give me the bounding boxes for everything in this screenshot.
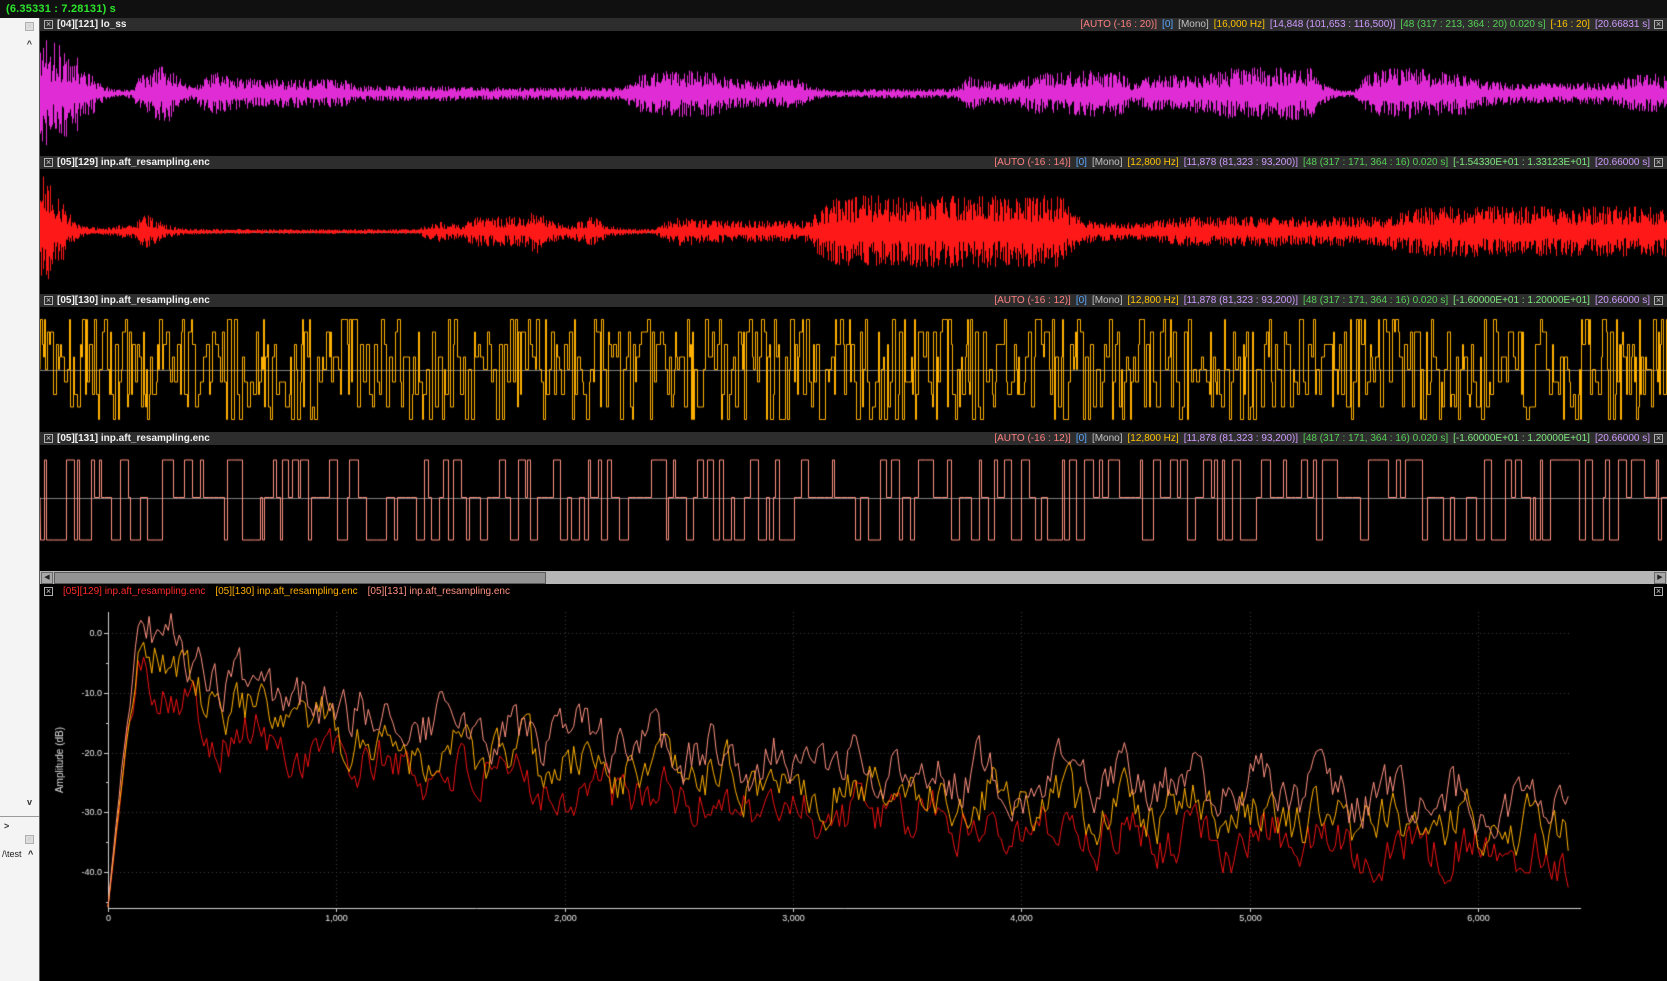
selection-range-label: (6.35331 : 7.28131) s bbox=[6, 3, 116, 15]
track-info-segment: [-1.54330E+01 : 1.33123E+01] bbox=[1453, 157, 1590, 168]
track-info-segment: [Mono] bbox=[1092, 295, 1123, 306]
close-icon[interactable] bbox=[44, 20, 53, 29]
file-path-label: /\test bbox=[2, 849, 22, 859]
track-info-segment: [48 (317 : 171, 364 : 16) 0.020 s] bbox=[1303, 433, 1448, 444]
scroll-up-icon[interactable]: ^ bbox=[27, 40, 32, 49]
track-info-segment: [-1.60000E+01 : 1.20000E+01] bbox=[1453, 433, 1590, 444]
legend-item: [05][131] inp.aft_resampling.enc bbox=[368, 585, 510, 598]
sidebar-divider bbox=[0, 816, 39, 817]
sidebar: ^ v > /\test ^ bbox=[0, 18, 40, 981]
track-info-segment: [AUTO (-16 : 20)] bbox=[1081, 19, 1158, 30]
close-icon[interactable] bbox=[1654, 20, 1663, 29]
track-header: [05][130] inp.aft_resampling.enc [AUTO (… bbox=[40, 294, 1667, 307]
waveform-canvas[interactable] bbox=[40, 31, 1667, 156]
track-panel: [05][129] inp.aft_resampling.enc [AUTO (… bbox=[40, 156, 1667, 294]
legend-item: [05][130] inp.aft_resampling.enc bbox=[215, 585, 357, 598]
close-icon[interactable] bbox=[1654, 296, 1663, 305]
track-info-segment: [Mono] bbox=[1092, 157, 1123, 168]
main-area: ^ v > /\test ^ [04][121] lo_ss [AUTO (-1… bbox=[0, 18, 1667, 981]
track-info-segment: [20.66000 s] bbox=[1595, 295, 1650, 306]
track-panel: [05][131] inp.aft_resampling.enc [AUTO (… bbox=[40, 432, 1667, 570]
waveform-canvas[interactable] bbox=[40, 169, 1667, 294]
app-window: (6.35331 : 7.28131) s ^ v > /\test ^ [04… bbox=[0, 0, 1667, 981]
track-info-segment: [48 (317 : 213, 364 : 20) 0.020 s] bbox=[1400, 19, 1545, 30]
close-icon[interactable] bbox=[1654, 587, 1663, 596]
track-title[interactable]: [05][129] inp.aft_resampling.enc bbox=[57, 157, 210, 169]
spectrum-panel: [05][129] inp.aft_resampling.enc [05][13… bbox=[40, 584, 1667, 981]
horizontal-scrollbar[interactable] bbox=[40, 570, 1667, 584]
close-icon[interactable] bbox=[44, 158, 53, 167]
file-path-item[interactable]: /\test ^ bbox=[2, 849, 33, 859]
close-icon[interactable] bbox=[25, 835, 34, 844]
track-info-segment: [20.66000 s] bbox=[1595, 433, 1650, 444]
prompt-label: > bbox=[4, 821, 9, 831]
spectrum-canvas[interactable] bbox=[40, 598, 1667, 981]
close-icon[interactable] bbox=[44, 587, 53, 596]
track-info-segment: [12,800 Hz] bbox=[1128, 157, 1179, 168]
track-panel: [05][130] inp.aft_resampling.enc [AUTO (… bbox=[40, 294, 1667, 432]
track-info-segment: [Mono] bbox=[1092, 433, 1123, 444]
track-panel: [04][121] lo_ss [AUTO (-16 : 20)] [0] [Mon… bbox=[40, 18, 1667, 156]
track-info-segment: [0] bbox=[1162, 19, 1173, 30]
track-header: [04][121] lo_ss [AUTO (-16 : 20)] [0] [Mon… bbox=[40, 18, 1667, 31]
track-info: [AUTO (-16 : 14)] [0] [Mono] [12,800 Hz] [11… bbox=[989, 157, 1650, 169]
track-info: [AUTO (-16 : 20)] [0] [Mono] [16,000 Hz] [14… bbox=[1076, 19, 1650, 31]
track-info-segment: [12,800 Hz] bbox=[1128, 295, 1179, 306]
track-info-segment: [12,800 Hz] bbox=[1128, 433, 1179, 444]
track-title[interactable]: [04][121] lo_ss bbox=[57, 19, 126, 31]
track-header: [05][131] inp.aft_resampling.enc [AUTO (… bbox=[40, 432, 1667, 445]
close-icon[interactable] bbox=[1654, 158, 1663, 167]
track-header: [05][129] inp.aft_resampling.enc [AUTO (… bbox=[40, 156, 1667, 169]
track-info-segment: [48 (317 : 171, 364 : 16) 0.020 s] bbox=[1303, 295, 1448, 306]
scroll-down-icon[interactable]: v bbox=[27, 798, 32, 807]
track-info-segment: [11,878 (81,323 : 93,200)] bbox=[1184, 433, 1298, 444]
track-info-segment: [-1.60000E+01 : 1.20000E+01] bbox=[1453, 295, 1590, 306]
scroll-left-icon[interactable] bbox=[41, 572, 53, 584]
track-title[interactable]: [05][130] inp.aft_resampling.enc bbox=[57, 295, 210, 307]
close-icon[interactable] bbox=[44, 434, 53, 443]
track-info-segment: [Mono] bbox=[1178, 19, 1209, 30]
track-info-segment: [-16 : 20] bbox=[1550, 19, 1589, 30]
track-info-segment: [0] bbox=[1076, 433, 1087, 444]
track-info-segment: [20.66000 s] bbox=[1595, 157, 1650, 168]
close-icon[interactable] bbox=[44, 296, 53, 305]
track-info-segment: [48 (317 : 171, 364 : 16) 0.020 s] bbox=[1303, 157, 1448, 168]
track-info-segment: [0] bbox=[1076, 295, 1087, 306]
legend-item: [05][129] inp.aft_resampling.enc bbox=[63, 585, 205, 598]
scrollbar-thumb[interactable] bbox=[54, 572, 546, 584]
close-icon[interactable] bbox=[25, 22, 34, 31]
track-info-segment: [16,000 Hz] bbox=[1214, 19, 1265, 30]
collapse-caret-icon[interactable]: ^ bbox=[28, 849, 33, 859]
tracks-area: [04][121] lo_ss [AUTO (-16 : 20)] [0] [Mon… bbox=[40, 18, 1667, 981]
track-info-segment: [11,878 (81,323 : 93,200)] bbox=[1184, 295, 1298, 306]
spectrum-header: [05][129] inp.aft_resampling.enc [05][13… bbox=[40, 584, 1667, 598]
track-info: [AUTO (-16 : 12)] [0] [Mono] [12,800 Hz] [11… bbox=[989, 433, 1650, 445]
waveform-canvas[interactable] bbox=[40, 307, 1667, 432]
track-info-segment: [14,848 (101,653 : 116,500)] bbox=[1270, 19, 1395, 30]
track-info: [AUTO (-16 : 12)] [0] [Mono] [12,800 Hz] [11… bbox=[989, 295, 1650, 307]
track-info-segment: [20.66831 s] bbox=[1595, 19, 1650, 30]
scroll-right-icon[interactable] bbox=[1654, 572, 1666, 584]
track-info-segment: [0] bbox=[1076, 157, 1087, 168]
close-icon[interactable] bbox=[1654, 434, 1663, 443]
selection-readout-bar: (6.35331 : 7.28131) s bbox=[0, 0, 1667, 18]
track-info-segment: [AUTO (-16 : 12)] bbox=[994, 295, 1071, 306]
track-title[interactable]: [05][131] inp.aft_resampling.enc bbox=[57, 433, 210, 445]
track-info-segment: [AUTO (-16 : 12)] bbox=[994, 433, 1071, 444]
track-info-segment: [AUTO (-16 : 14)] bbox=[994, 157, 1071, 168]
track-info-segment: [11,878 (81,323 : 93,200)] bbox=[1184, 157, 1298, 168]
waveform-canvas[interactable] bbox=[40, 445, 1667, 570]
